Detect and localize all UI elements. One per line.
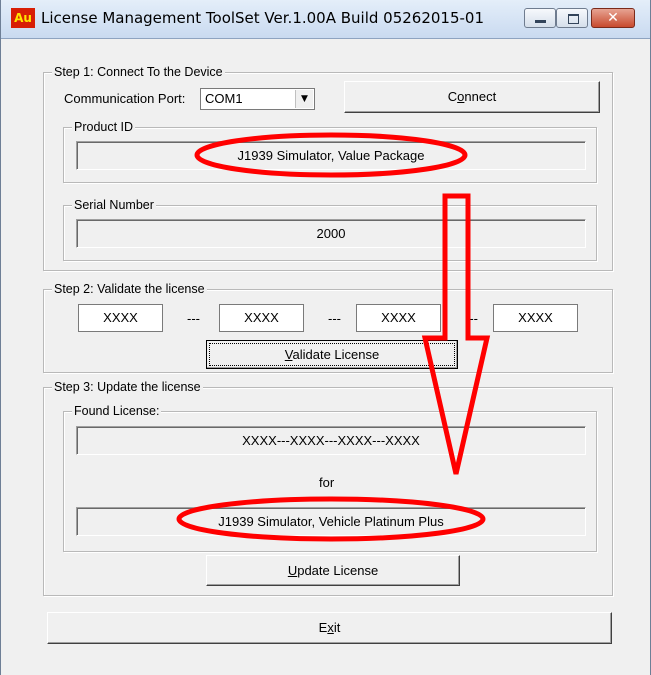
update-label-post: pdate License	[297, 563, 379, 578]
app-icon: Au	[11, 8, 35, 28]
license-tool-window: Au License Management ToolSet Ver.1.00A …	[0, 0, 651, 675]
serial-number-field: 2000	[76, 219, 586, 248]
key-separator: ---	[465, 311, 478, 326]
title-bar[interactable]: Au License Management ToolSet Ver.1.00A …	[1, 0, 650, 39]
maximize-icon	[568, 14, 579, 24]
communication-port-label: Communication Port:	[64, 91, 186, 106]
dropdown-arrow-icon[interactable]: ▼	[295, 90, 313, 108]
license-key-part-2[interactable]: XXXX	[219, 304, 304, 332]
for-label: for	[319, 475, 335, 490]
validate-license-button[interactable]: Validate License	[206, 340, 458, 369]
connect-button[interactable]: Connect	[344, 81, 600, 113]
key-separator: ---	[187, 311, 200, 326]
license-key-part-3[interactable]: XXXX	[356, 304, 441, 332]
window-title: License Management ToolSet Ver.1.00A Bui…	[41, 9, 485, 27]
communication-port-select[interactable]: COM1 ▼	[200, 88, 315, 110]
maximize-button[interactable]	[556, 8, 588, 28]
connect-label-post: nnect	[464, 89, 497, 104]
update-label-accel: U	[287, 563, 298, 578]
found-license-field: XXXX---XXXX---XXXX---XXXX	[76, 426, 586, 455]
serial-number-legend: Serial Number	[72, 197, 156, 213]
step2-legend: Step 2: Validate the license	[52, 281, 207, 297]
product-id-field: J1939 Simulator, Value Package	[76, 141, 586, 170]
close-button[interactable]: ✕	[591, 8, 635, 28]
exit-label-post: it	[333, 620, 341, 635]
license-key-part-1[interactable]: XXXX	[78, 304, 163, 332]
validate-label-post: alidate License	[292, 347, 380, 362]
target-product-field: J1939 Simulator, Vehicle Platinum Plus	[76, 507, 586, 536]
communication-port-value: COM1	[205, 91, 243, 106]
update-license-button[interactable]: Update License	[206, 555, 460, 586]
key-separator: ---	[328, 311, 341, 326]
license-key-part-4[interactable]: XXXX	[493, 304, 578, 332]
minimize-icon	[535, 20, 546, 23]
close-icon: ✕	[607, 10, 619, 26]
connect-label-pre: C	[447, 89, 458, 104]
found-license-legend: Found License:	[72, 403, 162, 419]
product-id-legend: Product ID	[72, 119, 136, 135]
exit-button[interactable]: Exit	[47, 612, 612, 644]
step3-legend: Step 3: Update the license	[52, 379, 203, 395]
minimize-button[interactable]	[524, 8, 556, 28]
step1-legend: Step 1: Connect To the Device	[52, 64, 225, 80]
